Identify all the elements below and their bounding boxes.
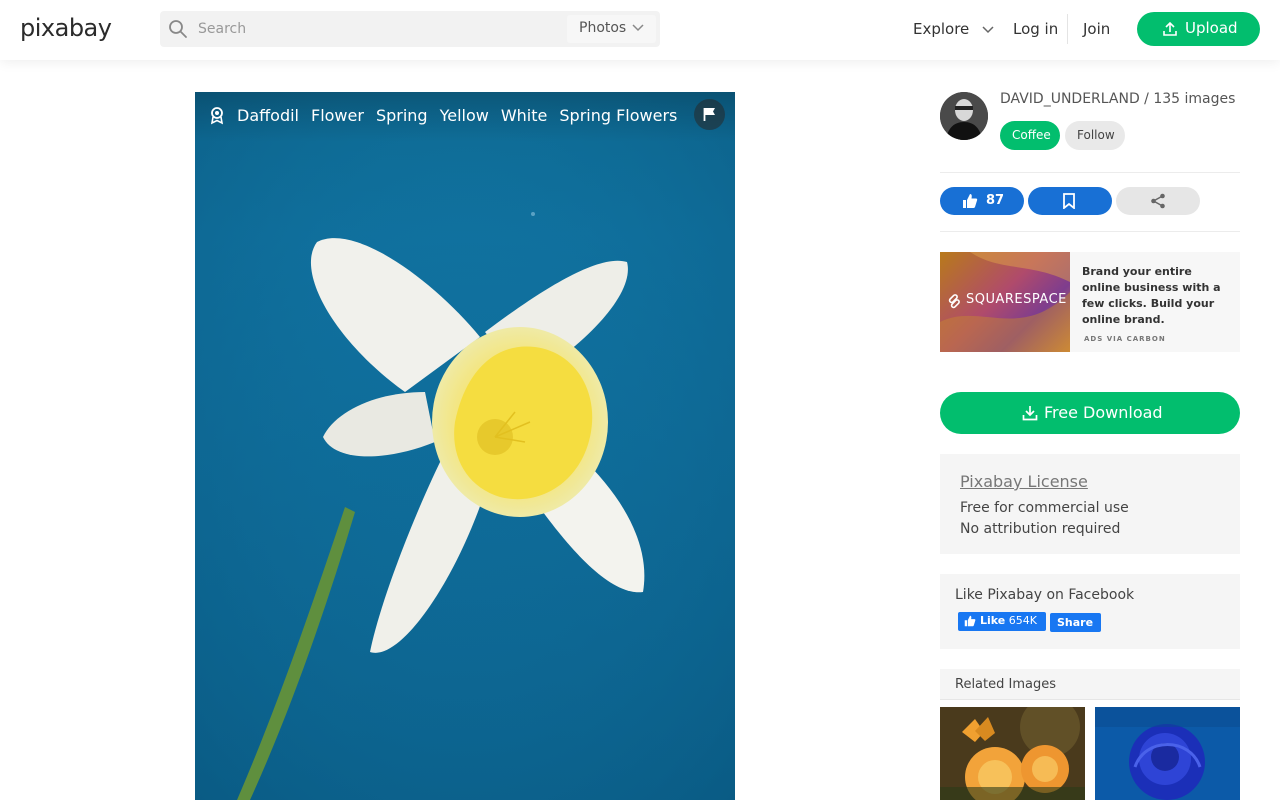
report-button[interactable]: [694, 99, 725, 130]
license-line: Free for commercial use: [960, 500, 1129, 516]
upload-icon: [1163, 21, 1177, 36]
license-line: No attribution required: [960, 521, 1121, 537]
related-image-thumbnail[interactable]: [940, 707, 1085, 800]
nav-divider: [1067, 14, 1068, 44]
tag-link[interactable]: Flower: [311, 106, 364, 125]
facebook-like-count: 654K: [1008, 614, 1037, 627]
join-link[interactable]: Join: [1083, 20, 1110, 38]
chevron-down-icon: [982, 25, 994, 33]
top-header: pixabay Photos Explore Log in Join Uploa…: [0, 0, 1280, 60]
explore-label: Explore: [913, 20, 970, 38]
free-download-button[interactable]: Free Download: [940, 392, 1240, 434]
flag-icon: [703, 108, 715, 121]
share-button[interactable]: [1116, 187, 1200, 215]
award-icon: [210, 107, 224, 125]
author-avatar[interactable]: [940, 92, 988, 140]
avatar-image: [940, 92, 988, 140]
tag-link[interactable]: White: [501, 106, 548, 125]
chevron-down-icon: [632, 24, 644, 32]
related-image-rose: [1095, 707, 1240, 800]
tag-link[interactable]: Yellow: [440, 106, 489, 125]
bookmark-icon: [1063, 193, 1075, 209]
tag-link[interactable]: Spring Flowers: [559, 106, 677, 125]
license-link[interactable]: Pixabay License: [960, 472, 1088, 491]
related-image-thumbnail[interactable]: [1095, 707, 1240, 800]
follow-button[interactable]: Follow: [1065, 121, 1125, 150]
related-images-header: Related Images: [940, 669, 1240, 700]
main-photo[interactable]: Daffodil Flower Spring Yellow White Spri…: [195, 92, 735, 800]
author-name[interactable]: DAVID_UNDERLAND / 135 images: [1000, 91, 1235, 107]
facebook-title: Like Pixabay on Facebook: [955, 587, 1135, 603]
coffee-button[interactable]: Coffee: [1000, 121, 1060, 150]
tag-list: Daffodil Flower Spring Yellow White Spri…: [237, 106, 677, 125]
search-type-select[interactable]: Photos: [567, 15, 656, 43]
facebook-share-button[interactable]: Share: [1050, 613, 1101, 632]
daffodil-image: [195, 92, 735, 800]
login-link[interactable]: Log in: [1013, 20, 1058, 38]
thumbs-up-icon: [963, 194, 978, 208]
facebook-like-button[interactable]: Like 654K: [958, 612, 1046, 631]
like-count: 87: [986, 193, 1005, 208]
ad-text[interactable]: Brand your entire online business with a…: [1082, 264, 1232, 328]
search-input[interactable]: [198, 11, 566, 47]
ad-via-label[interactable]: ADS VIA CARBON: [1084, 335, 1166, 343]
download-icon: [1022, 406, 1038, 421]
tag-link[interactable]: Daffodil: [237, 106, 299, 125]
divider: [940, 172, 1240, 173]
search-icon[interactable]: [168, 19, 188, 39]
share-icon: [1151, 193, 1165, 209]
upload-button[interactable]: Upload: [1137, 12, 1260, 46]
explore-menu[interactable]: Explore: [913, 20, 994, 38]
divider: [940, 231, 1240, 232]
facebook-box: Like Pixabay on Facebook Like 654K Share: [940, 574, 1240, 649]
ad-brand: SQUARESPACE: [966, 292, 1067, 307]
license-box: Pixabay License Free for commercial use …: [940, 454, 1240, 554]
pixabay-logo[interactable]: pixabay: [20, 14, 112, 42]
related-image-flowers: [940, 707, 1085, 800]
upload-label: Upload: [1185, 19, 1238, 37]
search-type-label: Photos: [579, 20, 627, 36]
ad-image[interactable]: SQUARESPACE: [940, 252, 1070, 352]
download-label: Free Download: [1044, 403, 1163, 422]
carbon-ad[interactable]: SQUARESPACE Brand your entire online bus…: [940, 252, 1240, 352]
thumbs-up-icon: [964, 615, 976, 627]
search-bar: Photos: [160, 11, 660, 47]
related-images-title: Related Images: [955, 677, 1056, 692]
like-button[interactable]: 87: [940, 187, 1024, 215]
bookmark-button[interactable]: [1028, 187, 1112, 215]
facebook-like-label: Like: [980, 614, 1006, 627]
tags-bar: Daffodil Flower Spring Yellow White Spri…: [195, 92, 735, 142]
tag-link[interactable]: Spring: [376, 106, 428, 125]
